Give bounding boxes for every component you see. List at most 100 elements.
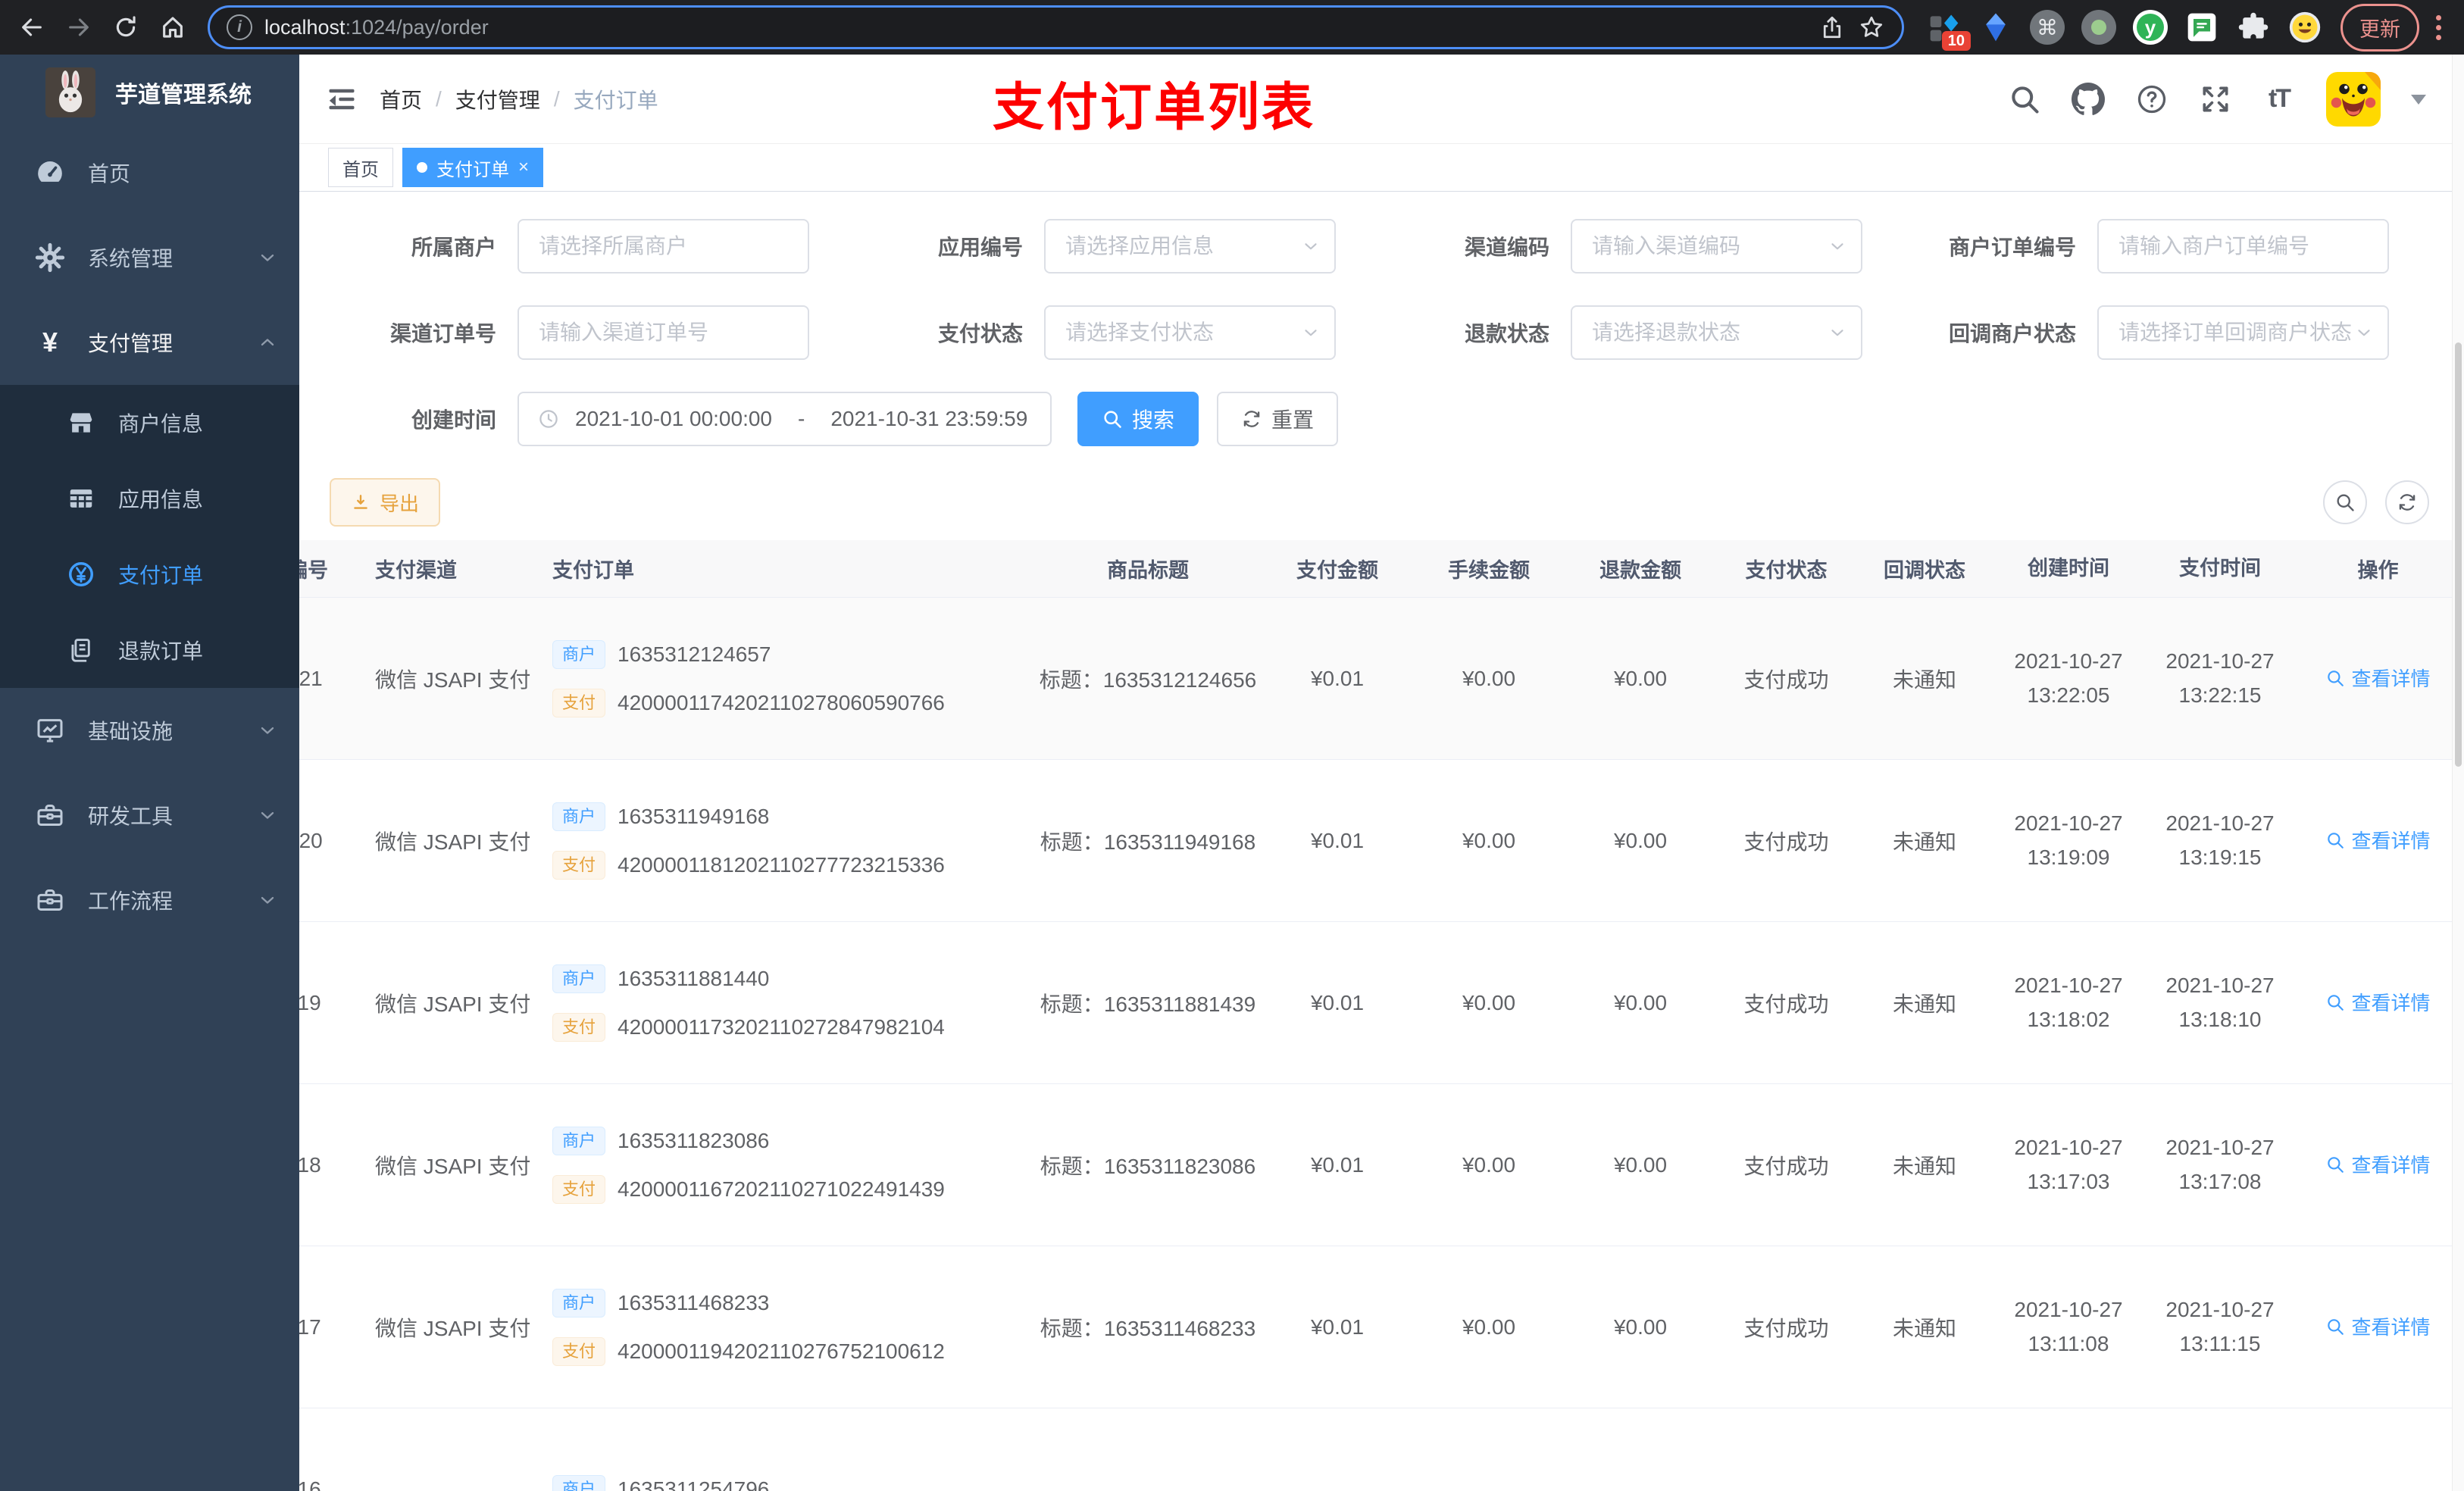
table-row[interactable]: 116 商户 1635311254796 [299, 1408, 2464, 1491]
extension-chat-icon[interactable] [2181, 7, 2222, 48]
address-bar[interactable]: i localhost:1024/pay/order [208, 5, 1904, 49]
date-end: 2021-10-31 23:59:59 [830, 407, 1028, 430]
sidebar-item-pay-order[interactable]: 支付订单 [0, 536, 299, 612]
site-info-icon[interactable]: i [227, 14, 252, 40]
view-detail-link[interactable]: 查看详情 [2325, 826, 2431, 854]
pay-tag: 支付 [552, 1012, 606, 1042]
view-detail-link[interactable]: 查看详情 [2325, 664, 2431, 692]
orders-table: 编号 支付渠道 支付订单 商品标题 支付金额 手续金额 退款金额 支付状态 回调… [299, 540, 2464, 1491]
page-scrollbar[interactable] [2452, 55, 2464, 1491]
fullscreen-icon[interactable] [2199, 83, 2232, 116]
pay-amount: ¥0.01 [1310, 1152, 1365, 1177]
col-header: 操作 [2357, 559, 2399, 582]
home-button[interactable] [152, 6, 194, 48]
notify-status-select[interactable] [2097, 305, 2389, 360]
pay-status: 支付成功 [1743, 830, 1829, 854]
search-button[interactable]: 搜索 [1077, 392, 1199, 446]
merchant-order-no-input[interactable] [2097, 219, 2389, 274]
filter-form: 所属商户 应用编号 渠道编码 [299, 219, 2464, 446]
tab-home[interactable]: 首页 [328, 148, 393, 187]
share-icon[interactable] [1818, 14, 1846, 41]
sidebar-item-infra[interactable]: 基础设施 [0, 688, 299, 773]
extension-blocks-icon[interactable]: 10 [1924, 7, 1971, 51]
table-row[interactable]: 121 微信 JSAPI 支付 商户 1635312124657 支付 420000… [299, 598, 2464, 760]
extension-command-icon[interactable]: ⌘ [2027, 7, 2068, 48]
extension-kite-icon[interactable] [1975, 7, 2016, 48]
merchant-select[interactable] [518, 219, 809, 274]
main-area: 首页 / 支付管理 / 支付订单 支付订单列表 tT 首页 支付订单 × 所属商… [299, 55, 2464, 1491]
breadcrumb-current: 支付订单 [573, 88, 658, 112]
extension-y-icon[interactable]: y [2130, 7, 2171, 48]
github-icon[interactable] [2072, 82, 2105, 116]
pay-amount: ¥0.01 [1310, 828, 1365, 852]
breadcrumb-section[interactable]: 支付管理 [455, 84, 540, 114]
reload-button[interactable] [105, 6, 147, 48]
table-row[interactable]: 118 微信 JSAPI 支付 商户 1635311823086 支付 420000… [299, 1084, 2464, 1246]
create-time-range-picker[interactable]: 2021-10-01 00:00:00 - 2021-10-31 23:59:5… [518, 392, 1052, 446]
table-row[interactable]: 119 微信 JSAPI 支付 商户 1635311881440 支付 420000… [299, 922, 2464, 1084]
scrollbar-thumb[interactable] [2455, 342, 2462, 767]
search-icon[interactable] [2008, 83, 2041, 116]
help-icon[interactable] [2135, 83, 2169, 116]
close-icon[interactable]: × [518, 158, 529, 177]
profile-emoji-icon[interactable] [2284, 7, 2325, 48]
app-select[interactable] [1044, 219, 1336, 274]
sidebar-item-dev-tools[interactable]: 研发工具 [0, 773, 299, 858]
avatar-caret-icon[interactable] [2411, 95, 2426, 112]
app-input[interactable] [1044, 219, 1336, 274]
app-logo[interactable]: 芋道管理系统 [0, 55, 299, 130]
sidebar-item-app-info[interactable]: 应用信息 [0, 461, 299, 536]
avatar[interactable] [2326, 71, 2381, 127]
font-size-icon[interactable]: tT [2262, 83, 2296, 116]
pay-tag: 支付 [552, 1174, 606, 1204]
sidebar-item-home[interactable]: 首页 [0, 130, 299, 215]
forward-button[interactable] [58, 6, 100, 48]
view-detail-link[interactable]: 查看详情 [2325, 1150, 2431, 1178]
export-button[interactable]: 导出 [330, 478, 441, 527]
app-title: 芋道管理系统 [115, 83, 252, 108]
back-button[interactable] [11, 6, 53, 48]
bookmark-star-icon[interactable] [1858, 14, 1885, 41]
table-row[interactable]: 120 微信 JSAPI 支付 商户 1635311949168 支付 420000… [299, 760, 2464, 922]
notify-status-input[interactable] [2097, 305, 2389, 360]
sidebar-item-label: 研发工具 [88, 805, 174, 828]
browser-update-button[interactable]: 更新 [2340, 3, 2419, 52]
merchant-order-no-field[interactable] [2097, 219, 2389, 274]
view-detail-link[interactable]: 查看详情 [2325, 1312, 2431, 1340]
pay-status-select[interactable] [1044, 305, 1336, 360]
view-detail-link[interactable]: 查看详情 [2325, 988, 2431, 1016]
channel-order-no-field[interactable] [518, 305, 809, 360]
sidebar-item-merchant-info[interactable]: 商户信息 [0, 385, 299, 461]
sidebar-item-system[interactable]: 系统管理 [0, 215, 299, 300]
sidebar-fold-icon[interactable] [325, 83, 358, 116]
extension-record-icon[interactable] [2078, 7, 2119, 48]
table-header: 编号 支付渠道 支付订单 商品标题 支付金额 手续金额 退款金额 支付状态 回调… [299, 540, 2464, 598]
refund-status-select[interactable] [1571, 305, 1862, 360]
toggle-search-button[interactable] [2323, 480, 2367, 524]
browser-menu-icon[interactable] [2424, 14, 2453, 40]
pay-time: 2021-10-27 13:17:08 [2165, 1135, 2275, 1193]
refund-status-input[interactable] [1571, 305, 1862, 360]
table-row[interactable]: 117 微信 JSAPI 支付 商户 1635311468233 支付 420000… [299, 1246, 2464, 1408]
tab-pay-order[interactable]: 支付订单 × [402, 148, 544, 187]
sidebar-submenu-payment: 商户信息 应用信息 支付订单 退款订单 [0, 385, 299, 688]
order-id: 116 [299, 1477, 321, 1491]
sidebar-item-payment[interactable]: ¥ 支付管理 [0, 300, 299, 385]
channel-code-input[interactable] [1571, 219, 1862, 274]
refresh-button[interactable] [2385, 480, 2429, 524]
sidebar-item-workflow[interactable]: 工作流程 [0, 858, 299, 942]
breadcrumb-separator: / [436, 86, 442, 111]
channel-code-select[interactable] [1571, 219, 1862, 274]
sidebar-item-refund-order[interactable]: 退款订单 [0, 612, 299, 688]
merchant-input[interactable] [518, 219, 809, 274]
create-time: 2021-10-27 13:22:05 [2014, 649, 2123, 707]
order-id: 121 [299, 666, 323, 690]
reset-button[interactable]: 重置 [1217, 392, 1339, 446]
refund-amount: ¥0.00 [1613, 828, 1668, 852]
channel-order-no-input[interactable] [518, 305, 809, 360]
extensions-puzzle-icon[interactable] [2233, 7, 2274, 48]
col-header: 支付渠道 [375, 559, 457, 582]
pay-status-input[interactable] [1044, 305, 1336, 360]
pay-order-no: 4200001194202110276752100612 [618, 1339, 945, 1363]
breadcrumb-home[interactable]: 首页 [380, 84, 422, 114]
